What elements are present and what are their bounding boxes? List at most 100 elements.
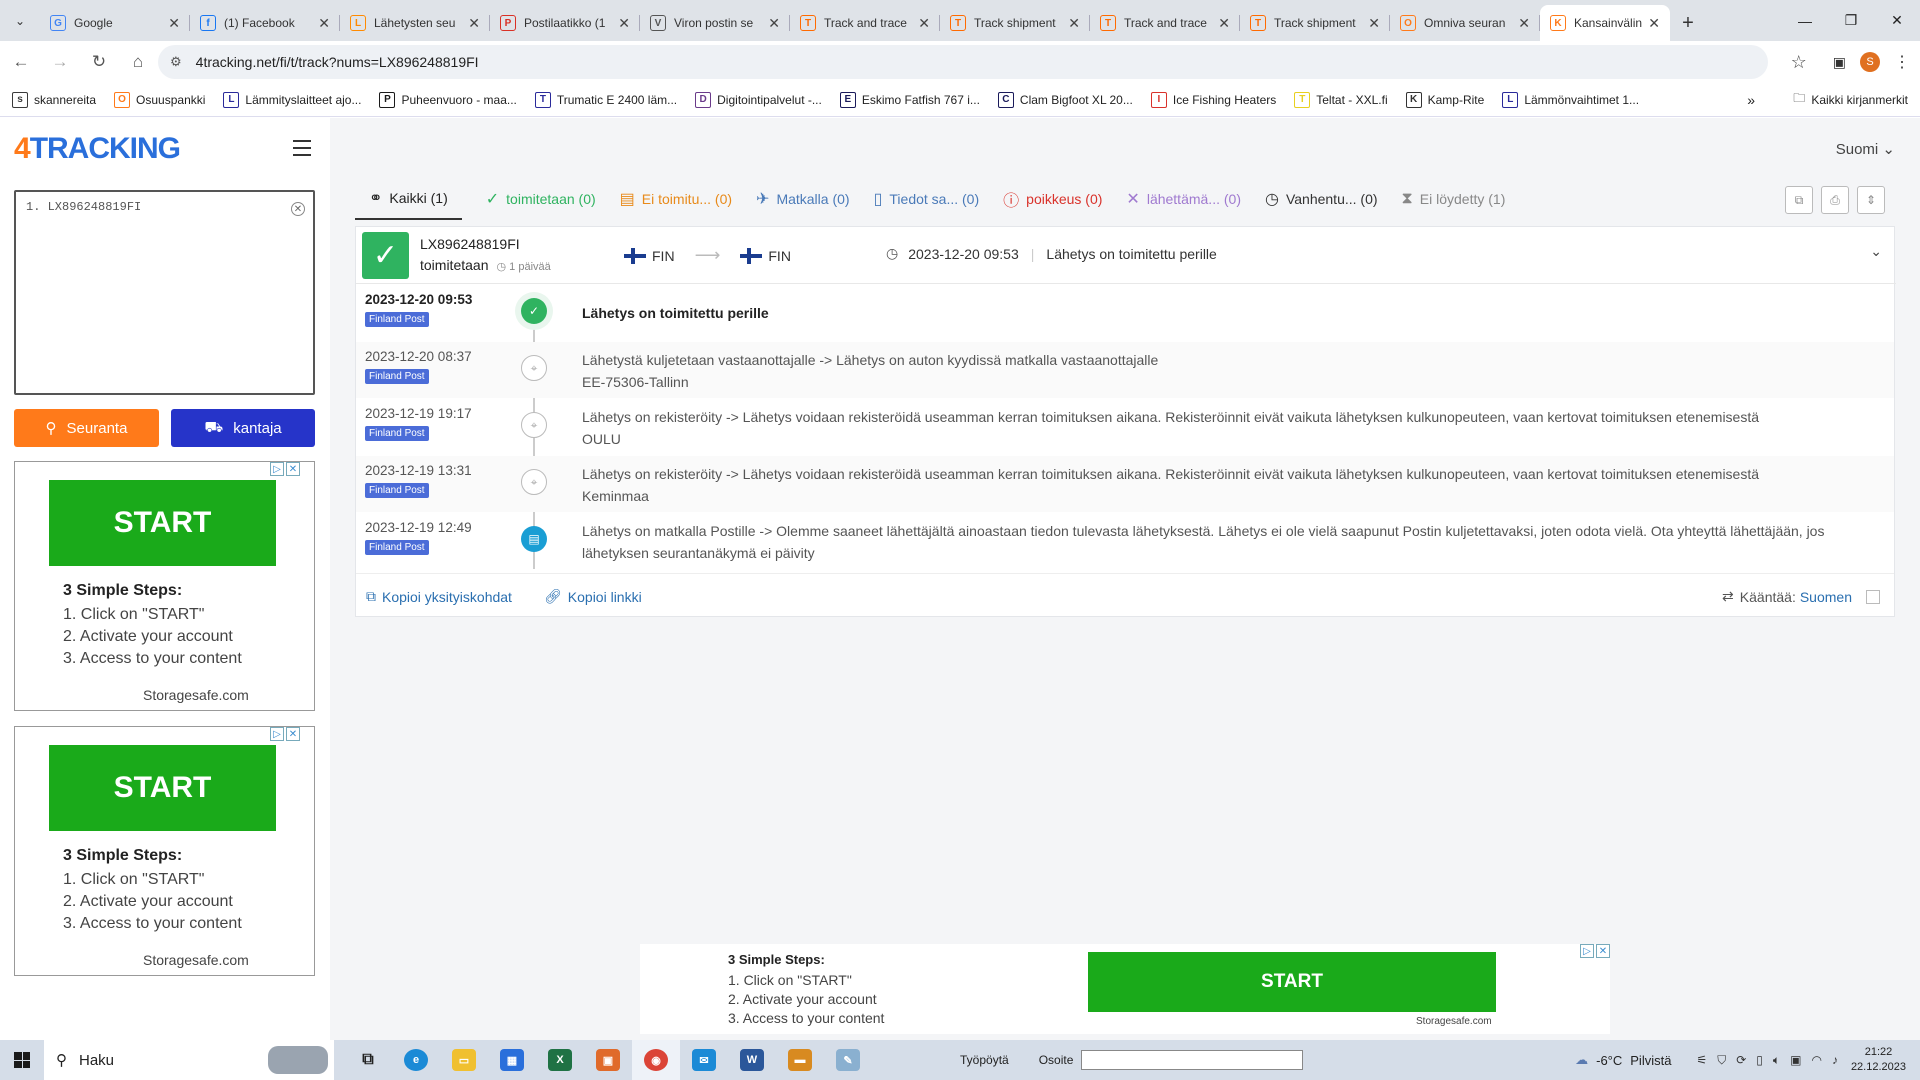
translate-checkbox[interactable] xyxy=(1866,589,1880,604)
bookmark-item[interactable]: T Trumatic E 2400 läm... xyxy=(534,91,677,108)
browser-tab[interactable]: T Track and trace ✕ xyxy=(790,5,940,41)
close-tab-icon[interactable]: ✕ xyxy=(1218,15,1230,32)
bookmark-item[interactable]: L Lämmityslaitteet ajo... xyxy=(223,91,361,108)
ad-start-button[interactable]: START xyxy=(49,745,276,831)
copy-all-icon[interactable]: ⧉ xyxy=(1785,186,1813,214)
bookmark-item[interactable]: C Clam Bigfoot XL 20... xyxy=(997,91,1133,108)
carrier-badge[interactable]: Finland Post xyxy=(365,426,429,441)
browser-tab[interactable]: f (1) Facebook ✕ xyxy=(190,5,340,41)
address-bar[interactable]: ⚙ 4tracking.net/fi/t/track?nums=LX896248… xyxy=(158,45,1768,79)
copy-details-link[interactable]: ⧉ Kopioi yksityiskohdat xyxy=(366,588,512,605)
bookmark-item[interactable]: P Puheenvuoro - maa... xyxy=(379,91,517,108)
ad-banner-1[interactable]: ▷ ✕ START 3 Simple Steps: 1. Click on "ST… xyxy=(14,461,315,711)
browser-tab[interactable]: T Track shipment ✕ xyxy=(1240,5,1390,41)
bookmark-item[interactable]: O Osuuspankki xyxy=(114,91,205,108)
carrier-badge[interactable]: Finland Post xyxy=(365,540,429,555)
bookmark-star-icon[interactable]: ☆ xyxy=(1791,52,1807,73)
system-clock[interactable]: 21:22 22.12.2023 xyxy=(1851,1045,1906,1075)
bookmarks-overflow-icon[interactable]: » xyxy=(1747,92,1755,108)
close-tab-icon[interactable]: ✕ xyxy=(918,15,930,32)
minimize-icon[interactable]: — xyxy=(1782,0,1828,41)
side-panel-icon[interactable]: ▣ xyxy=(1833,54,1846,71)
edge-icon[interactable]: e xyxy=(392,1040,440,1080)
task-view-icon[interactable]: ⧉ xyxy=(344,1040,392,1080)
browser-tab[interactable]: T Track shipment ✕ xyxy=(940,5,1090,41)
filter-tab[interactable]: ▤ Ei toimitu... (0) xyxy=(620,178,732,220)
windows-start-icon[interactable] xyxy=(0,1040,44,1080)
translate-control[interactable]: ⇄ Kääntää: Suomen xyxy=(1722,588,1880,605)
menu-dots-icon[interactable]: ⋮ xyxy=(1894,52,1910,72)
bookmark-item[interactable]: s skannereita xyxy=(12,91,96,108)
close-tab-icon[interactable]: ✕ xyxy=(768,15,780,32)
collapse-all-icon[interactable]: ⇕ xyxy=(1857,186,1885,214)
browser-tab[interactable]: T Track and trace ✕ xyxy=(1090,5,1240,41)
paint-icon[interactable]: ✎ xyxy=(824,1040,872,1080)
battery-icon[interactable]: ▯ xyxy=(1756,1053,1763,1067)
filter-tab[interactable]: ▯ Tiedot sa... (0) xyxy=(874,178,980,220)
chevron-down-icon[interactable]: ⌄ xyxy=(1870,243,1882,260)
store-icon[interactable]: ▦ xyxy=(488,1040,536,1080)
file-explorer-icon[interactable]: ▭ xyxy=(440,1040,488,1080)
carrier-badge[interactable]: Finland Post xyxy=(365,369,429,384)
filter-tab[interactable]: ⚭ Kaikki (1) xyxy=(355,178,462,220)
track-button[interactable]: ⚲ Seuranta xyxy=(14,409,159,447)
ad-choices[interactable]: ▷ ✕ xyxy=(270,462,300,476)
filter-tab[interactable]: ✕ lähettämä... (0) xyxy=(1126,178,1241,220)
browser-tab[interactable]: G Google ✕ xyxy=(40,5,190,41)
app-tray-icon[interactable]: ▣ xyxy=(1790,1053,1801,1067)
filter-tab[interactable]: ⓘ poikkeus (0) xyxy=(1003,178,1102,220)
site-logo[interactable]: 4TRACKING xyxy=(14,132,181,166)
filter-tab[interactable]: ◷ Vanhentu... (0) xyxy=(1265,178,1378,220)
tab-search-icon[interactable]: ⌄ xyxy=(0,0,40,41)
restore-icon[interactable]: ❐ xyxy=(1828,0,1874,41)
tracking-numbers-input[interactable]: 1. LX896248819FI ✕ xyxy=(14,190,315,395)
close-tab-icon[interactable]: ✕ xyxy=(1648,15,1660,32)
close-tab-icon[interactable]: ✕ xyxy=(1368,15,1380,32)
ad-start-button[interactable]: START xyxy=(49,480,276,566)
filter-tab[interactable]: ⧗ Ei löydetty (1) xyxy=(1402,178,1506,220)
update-icon[interactable]: ⟳ xyxy=(1736,1053,1746,1067)
new-tab-button[interactable]: + xyxy=(1670,5,1706,41)
bookmark-item[interactable]: L Lämmönvaihtimet 1... xyxy=(1502,91,1639,108)
home-icon[interactable]: ⌂ xyxy=(120,44,156,80)
filter-tab[interactable]: ✈ Matkalla (0) xyxy=(756,178,850,220)
filter-tab[interactable]: ✓ toimitetaan (0) xyxy=(486,178,596,220)
back-icon[interactable]: ← xyxy=(3,44,39,80)
copy-link-link[interactable]: 🔗︎ Kopioi linkki xyxy=(544,588,642,605)
site-info-icon[interactable]: ⚙ xyxy=(170,54,182,70)
bookmark-item[interactable]: E Eskimo Fatfish 767 i... xyxy=(839,91,980,108)
reload-icon[interactable]: ↻ xyxy=(81,44,117,80)
hamburger-menu-icon[interactable] xyxy=(293,140,311,161)
browser-tab[interactable]: L Lähetysten seu ✕ xyxy=(340,5,490,41)
volume-icon[interactable]: 🔈︎ xyxy=(1773,1053,1780,1068)
shipment-header[interactable]: ✓ LX896248819FI toimitetaan ◷ 1 päivää FI… xyxy=(356,227,1896,284)
ad-banner-2[interactable]: ▷ ✕ START 3 Simple Steps: 1. Click on "ST… xyxy=(14,726,315,976)
shield-icon[interactable]: ⛉ xyxy=(1717,1053,1726,1068)
word-icon[interactable]: W xyxy=(728,1040,776,1080)
browser-tab[interactable]: O Omniva seuran ✕ xyxy=(1390,5,1540,41)
clear-input-icon[interactable]: ✕ xyxy=(291,202,305,216)
mail-icon[interactable]: ✉ xyxy=(680,1040,728,1080)
network-icon[interactable]: ⚟ xyxy=(1696,1053,1707,1067)
speaker-icon[interactable]: ♪ xyxy=(1832,1053,1838,1067)
browser-tab[interactable]: P Postilaatikko (1 ✕ xyxy=(490,5,640,41)
chrome-icon[interactable]: ◉ xyxy=(632,1040,680,1080)
export-icon[interactable]: ⎙ xyxy=(1821,186,1849,214)
ad-choices[interactable]: ▷ ✕ xyxy=(270,727,300,741)
browser-tab[interactable]: K Kansainvälinen ✕ xyxy=(1540,5,1670,41)
language-select[interactable]: Suomi ⌄ xyxy=(1836,140,1895,158)
address-toolbar-input[interactable] xyxy=(1081,1050,1304,1070)
taskbar-search[interactable]: ⚲ Haku xyxy=(44,1040,334,1080)
desktop-toolbar[interactable]: Työpöytä xyxy=(960,1053,1009,1067)
wifi-icon[interactable]: ◠ xyxy=(1811,1053,1821,1067)
ad-start-button[interactable]: START xyxy=(1088,952,1496,1012)
bookmark-item[interactable]: I Ice Fishing Heaters xyxy=(1150,91,1276,108)
carrier-badge[interactable]: Finland Post xyxy=(365,483,429,498)
weather-widget[interactable]: ☁ -6°C Pilvistä xyxy=(1575,1052,1671,1068)
ad-choices[interactable]: ▷ ✕ xyxy=(1580,944,1610,958)
close-tab-icon[interactable]: ✕ xyxy=(318,15,330,32)
forward-icon[interactable]: → xyxy=(42,44,78,80)
excel-icon[interactable]: X xyxy=(536,1040,584,1080)
close-tab-icon[interactable]: ✕ xyxy=(1518,15,1530,32)
bookmark-item[interactable]: K Kamp-Rite xyxy=(1405,91,1484,108)
